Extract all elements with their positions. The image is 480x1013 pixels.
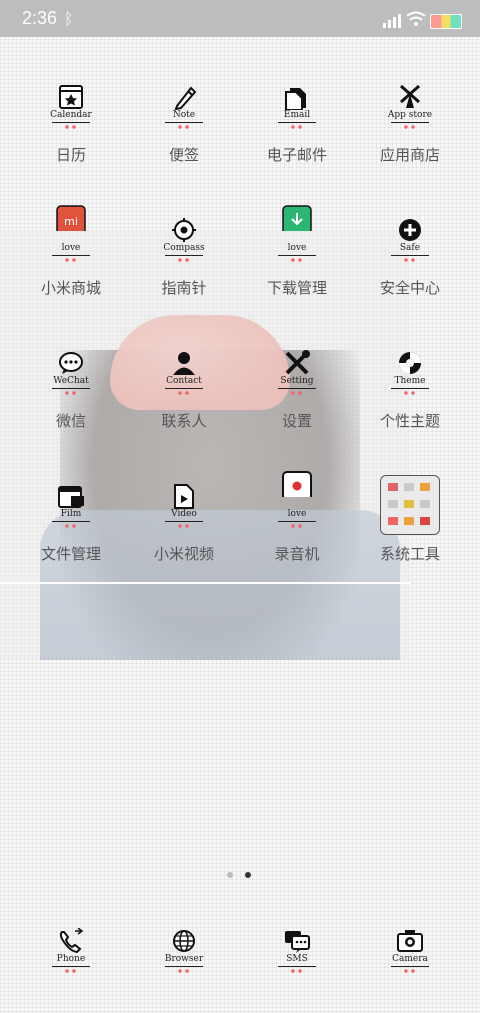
app-email[interactable]: Email 电子邮件 xyxy=(247,76,347,165)
calendar-star-icon xyxy=(59,85,83,109)
battery-icon xyxy=(430,14,462,29)
video-file-icon xyxy=(174,484,194,509)
app-video[interactable]: Video 小米视频 xyxy=(134,475,234,564)
app-contacts[interactable]: Contact 联系人 xyxy=(134,342,234,431)
compass-icon xyxy=(172,218,196,242)
app-sublabel: Video xyxy=(171,509,197,519)
app-themes[interactable]: Theme 个性主题 xyxy=(360,342,460,431)
status-bar: 2:36 ᛒ xyxy=(0,0,480,37)
svg-text:mi: mi xyxy=(64,215,78,228)
sms-icon xyxy=(285,931,310,953)
globe-icon xyxy=(173,930,195,952)
app-label: 电子邮件 xyxy=(266,146,327,164)
page-dot-1[interactable] xyxy=(227,872,233,878)
mi-icon: mi xyxy=(56,205,86,231)
app-label: 小米商城 xyxy=(40,279,101,297)
windmill-icon xyxy=(400,84,420,108)
app-sublabel: Film xyxy=(60,509,82,519)
app-recorder[interactable]: love 录音机 xyxy=(247,471,347,564)
app-sublabel: Email xyxy=(283,110,311,120)
dock-phone[interactable]: Phone xyxy=(21,920,121,978)
dock-sms[interactable]: SMS xyxy=(247,920,347,978)
dock-sublabel: Camera xyxy=(392,954,428,964)
folder-icon xyxy=(380,475,440,535)
app-sublabel: Safe xyxy=(399,243,421,253)
app-sublabel: Note xyxy=(172,110,196,120)
app-downloads[interactable]: love 下载管理 xyxy=(247,205,347,298)
wifi-icon xyxy=(406,11,426,26)
record-icon xyxy=(282,471,312,497)
app-sublabel: love xyxy=(61,243,81,253)
person-icon xyxy=(173,352,195,375)
app-label: 系统工具 xyxy=(379,545,440,563)
app-label: 录音机 xyxy=(274,545,320,563)
app-wechat[interactable]: WeChat 微信 xyxy=(21,342,121,431)
app-sublabel: Contact xyxy=(166,376,202,386)
pencil-icon xyxy=(174,86,197,110)
app-file-manager[interactable]: Film 文件管理 xyxy=(21,475,121,564)
app-compass[interactable]: Compass 指南针 xyxy=(134,209,234,298)
dock-camera[interactable]: Camera xyxy=(360,920,460,978)
app-sublabel: Calendar xyxy=(50,110,92,120)
app-label: 个性主题 xyxy=(379,412,440,430)
wallpaper-line xyxy=(0,582,410,584)
app-sublabel: Compass xyxy=(163,243,205,253)
download-icon xyxy=(282,205,312,231)
app-sublabel: App store xyxy=(387,110,433,120)
app-store[interactable]: App store 应用商店 xyxy=(360,76,460,165)
app-sublabel: love xyxy=(287,243,307,253)
phone-icon xyxy=(59,928,84,954)
app-sublabel: WeChat xyxy=(53,376,89,386)
bluetooth-icon: ᛒ xyxy=(64,9,74,28)
chat-bubble-icon xyxy=(59,352,83,374)
dock-sublabel: SMS xyxy=(286,954,308,964)
dock-sublabel: Browser xyxy=(164,954,204,964)
app-mi-store[interactable]: mi love 小米商城 xyxy=(21,205,121,298)
app-label: 微信 xyxy=(55,412,86,430)
app-label: 设置 xyxy=(281,412,312,430)
app-label: 应用商店 xyxy=(379,146,440,164)
app-label: 安全中心 xyxy=(379,279,440,297)
app-sublabel: Setting xyxy=(280,376,314,386)
app-label: 文件管理 xyxy=(40,545,101,563)
app-label: 小米视频 xyxy=(153,545,214,563)
signal-icon xyxy=(383,14,401,28)
dock-browser[interactable]: Browser xyxy=(134,920,234,978)
dock-sublabel: Phone xyxy=(56,954,86,964)
page-dot-2-active[interactable] xyxy=(245,872,251,878)
document-icon xyxy=(285,88,306,110)
folder-window-icon xyxy=(58,486,84,508)
dock: Phone Browser SMS Camera xyxy=(0,920,480,980)
app-settings[interactable]: Setting 设置 xyxy=(247,342,347,431)
app-security[interactable]: Safe 安全中心 xyxy=(360,209,460,298)
app-note[interactable]: Note 便签 xyxy=(134,76,234,165)
app-sublabel: Theme xyxy=(394,376,426,386)
page-indicator xyxy=(227,872,257,880)
app-label: 指南针 xyxy=(161,279,207,297)
app-label: 日历 xyxy=(55,146,86,164)
camera-icon xyxy=(397,930,423,952)
app-label: 联系人 xyxy=(161,412,207,430)
app-sublabel: love xyxy=(287,509,307,519)
lifebuoy-icon xyxy=(399,352,421,374)
tools-icon xyxy=(285,350,310,375)
shield-plus-icon xyxy=(399,219,421,241)
status-time: 2:36 xyxy=(22,8,58,28)
app-label: 下载管理 xyxy=(266,279,327,297)
app-calendar[interactable]: Calendar 日历 xyxy=(21,76,121,165)
app-label: 便签 xyxy=(168,146,199,164)
